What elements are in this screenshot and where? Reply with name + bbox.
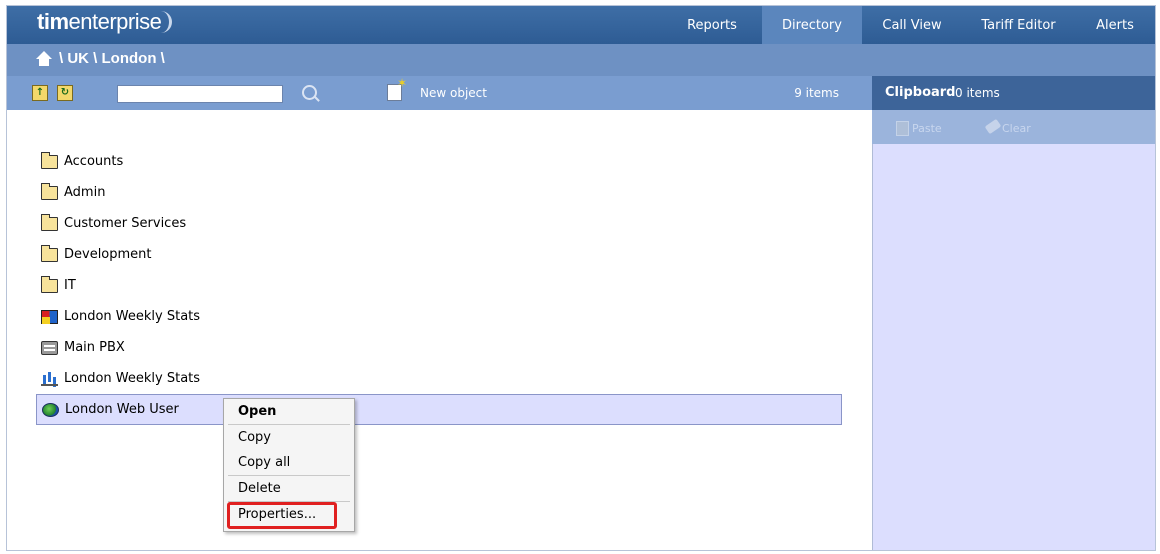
list-item-customer-services[interactable]: Customer Services (36, 208, 842, 239)
search-icon[interactable] (302, 85, 317, 100)
list-item-label: Customer Services (64, 216, 187, 231)
list-item-label: London Weekly Stats (64, 371, 201, 386)
paste-icon (896, 121, 909, 136)
clear-button[interactable]: Clear (1002, 122, 1031, 135)
breadcrumb: \ UK \ London \ (35, 50, 165, 67)
list-item-label: IT (64, 278, 76, 293)
nav-reports[interactable]: Reports (662, 6, 762, 44)
clipboard-toolbar: Paste Clear (872, 110, 1155, 144)
top-bar: timenterprise Reports Directory Call Vie… (7, 6, 1155, 44)
list-item-development[interactable]: Development (36, 239, 842, 270)
directory-list: Accounts Admin Customer Services Develop… (36, 146, 842, 425)
search-input[interactable] (117, 85, 283, 103)
menu-item-copy-all[interactable]: Copy all (224, 450, 354, 475)
folder-icon (41, 244, 58, 262)
report-icon (41, 309, 58, 324)
globe-icon (42, 402, 59, 417)
items-count: 9 items (794, 86, 839, 100)
folder-icon (41, 151, 58, 169)
nav-directory[interactable]: Directory (762, 6, 862, 44)
eraser-icon (984, 118, 1002, 135)
nav-tariff-editor[interactable]: Tariff Editor (962, 6, 1075, 44)
list-item-label: London Web User (65, 402, 179, 417)
folder-icon (41, 275, 58, 293)
clipboard-title: Clipboard (885, 85, 956, 100)
list-item-london-web-user[interactable]: London Web User (36, 394, 842, 425)
folder-icon (41, 182, 58, 200)
new-object-button[interactable]: New object (420, 86, 487, 100)
nav-call-view[interactable]: Call View (862, 6, 962, 44)
context-menu: Open Copy Copy all Delete Properties... (223, 398, 355, 532)
clipboard-panel (872, 144, 1155, 550)
list-item-label: Main PBX (64, 340, 125, 355)
nav-alerts[interactable]: Alerts (1075, 6, 1155, 44)
logo: timenterprise (37, 9, 173, 35)
list-item-accounts[interactable]: Accounts (36, 146, 842, 177)
breadcrumb-bar: \ UK \ London \ (7, 44, 1155, 76)
directory-toolbar: ↑ ↻ New object 9 items (7, 76, 872, 110)
paste-button[interactable]: Paste (912, 122, 942, 135)
breadcrumb-path[interactable]: \ UK \ London \ (59, 50, 165, 67)
menu-item-open[interactable]: Open (224, 399, 354, 424)
list-item-label: Accounts (64, 154, 124, 169)
list-item-london-weekly-stats-report[interactable]: London Weekly Stats (36, 301, 842, 332)
list-item-label: Development (64, 247, 152, 262)
list-item-main-pbx[interactable]: Main PBX (36, 332, 842, 363)
up-folder-icon[interactable]: ↑ (32, 85, 48, 101)
list-item-admin[interactable]: Admin (36, 177, 842, 208)
clipboard-count: 0 items (955, 86, 1000, 100)
pbx-icon (41, 340, 58, 355)
list-item-label: London Weekly Stats (64, 309, 201, 324)
menu-item-properties[interactable]: Properties... (224, 502, 354, 527)
list-item-london-weekly-stats[interactable]: London Weekly Stats (36, 363, 842, 394)
app-window: timenterprise Reports Directory Call Vie… (6, 5, 1156, 551)
menu-item-delete[interactable]: Delete (224, 476, 354, 501)
home-icon[interactable] (35, 50, 53, 67)
clipboard-header: Clipboard 0 items (872, 76, 1155, 110)
list-item-label: Admin (64, 185, 106, 200)
main-nav: Reports Directory Call View Tariff Edito… (662, 6, 1155, 44)
menu-item-copy[interactable]: Copy (224, 425, 354, 450)
list-item-it[interactable]: IT (36, 270, 842, 301)
folder-icon (41, 213, 58, 231)
stats-icon (41, 372, 58, 386)
new-object-icon[interactable] (387, 76, 407, 101)
refresh-icon[interactable]: ↻ (57, 85, 73, 101)
